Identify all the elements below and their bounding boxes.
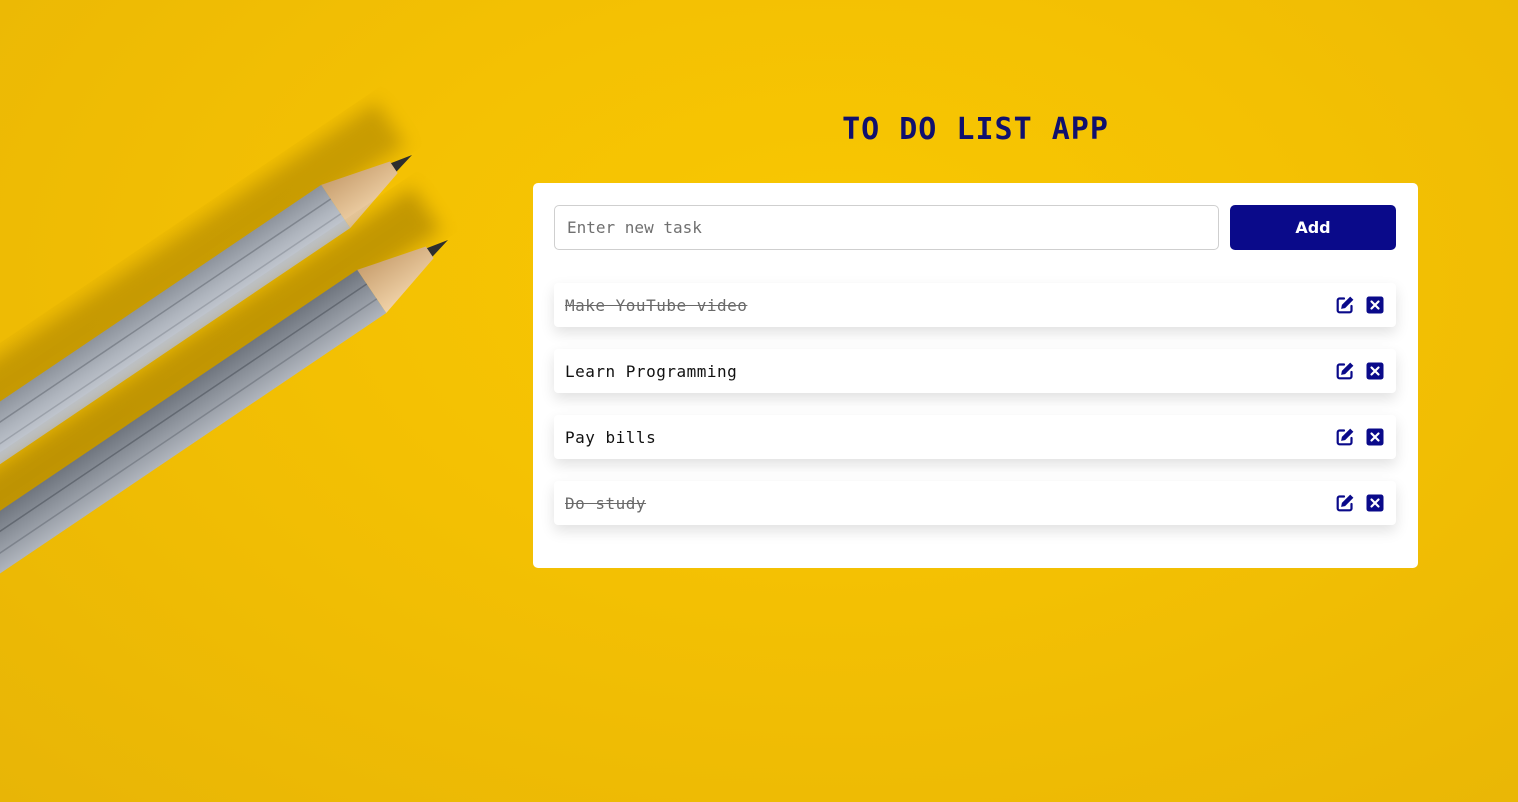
task-text[interactable]: Make YouTube video [565, 296, 1335, 315]
task-actions [1335, 493, 1385, 513]
delete-task-button[interactable] [1365, 361, 1385, 381]
edit-task-button[interactable] [1335, 427, 1355, 447]
edit-task-button[interactable] [1335, 295, 1355, 315]
task-item: Learn Programming [554, 349, 1396, 393]
edit-icon [1336, 362, 1354, 380]
task-text[interactable]: Learn Programming [565, 362, 1335, 381]
task-text[interactable]: Do study [565, 494, 1335, 513]
delete-task-button[interactable] [1365, 427, 1385, 447]
page-title: TO DO LIST APP [842, 112, 1109, 147]
new-task-input[interactable] [554, 205, 1219, 250]
task-text[interactable]: Pay bills [565, 428, 1335, 447]
task-item: Pay bills [554, 415, 1396, 459]
delete-icon [1366, 428, 1384, 446]
edit-icon [1336, 296, 1354, 314]
task-item: Do study [554, 481, 1396, 525]
task-list: Make YouTube video Learn Programming Pay… [554, 283, 1396, 547]
edit-task-button[interactable] [1335, 361, 1355, 381]
edit-icon [1336, 494, 1354, 512]
add-task-button[interactable]: Add [1230, 205, 1396, 250]
edit-task-button[interactable] [1335, 493, 1355, 513]
todo-card: Add Make YouTube video Learn Programming [533, 183, 1418, 568]
task-actions [1335, 427, 1385, 447]
delete-icon [1366, 362, 1384, 380]
edit-icon [1336, 428, 1354, 446]
delete-icon [1366, 494, 1384, 512]
task-actions [1335, 295, 1385, 315]
task-actions [1335, 361, 1385, 381]
delete-icon [1366, 296, 1384, 314]
task-item: Make YouTube video [554, 283, 1396, 327]
delete-task-button[interactable] [1365, 493, 1385, 513]
delete-task-button[interactable] [1365, 295, 1385, 315]
